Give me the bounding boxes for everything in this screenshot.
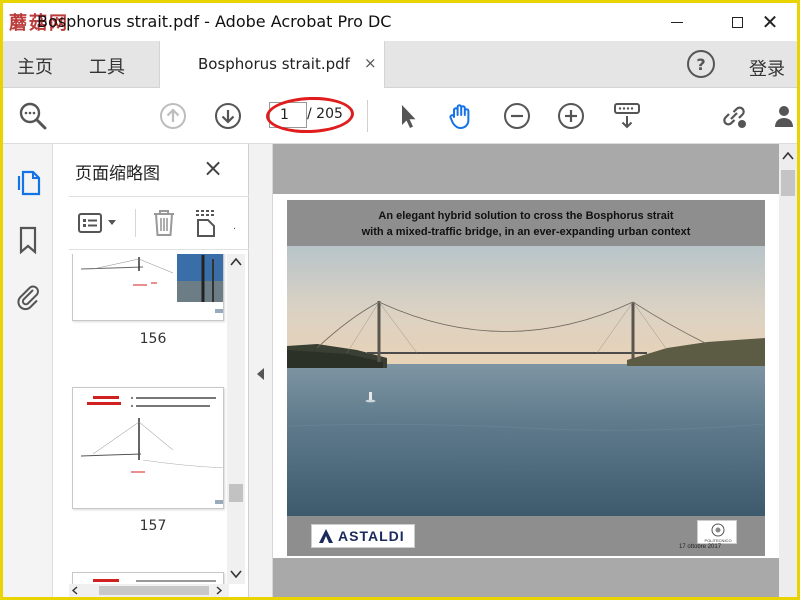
help-icon[interactable]: ?: [687, 50, 715, 78]
thumbnail-horizontal-scrollbar[interactable]: [69, 584, 229, 597]
main-toolbar: 1 / 205: [3, 88, 797, 144]
document-view[interactable]: An elegant hybrid solution to cross the …: [273, 144, 797, 597]
slide-title: An elegant hybrid solution to cross the …: [287, 208, 765, 240]
page-display-icon[interactable]: [611, 100, 643, 132]
document-vertical-scrollbar[interactable]: [779, 144, 797, 597]
zoom-in-icon[interactable]: [555, 100, 587, 132]
help-label: ?: [696, 54, 706, 74]
trash-icon[interactable]: [151, 208, 177, 238]
user-share-icon[interactable]: [771, 100, 797, 132]
slide-date: 17 ottobre 2017: [679, 544, 722, 550]
document-tab-label: Bosphorus strait.pdf: [198, 55, 350, 73]
slide-title-line-2: with a mixed-traffic bridge, in an ever-…: [361, 226, 691, 238]
panel-collapse-strip[interactable]: [249, 144, 273, 597]
scroll-left-icon[interactable]: [71, 586, 79, 595]
thumbnail-page-156[interactable]: [72, 254, 224, 321]
bookmark-icon[interactable]: [13, 224, 43, 256]
left-navigation-rail: [3, 144, 53, 597]
thumbnail-list: 156 157: [53, 254, 249, 587]
astaldi-logo-text: ASTALDI: [338, 528, 405, 544]
scrollbar-thumb[interactable]: [99, 586, 209, 595]
previous-page-icon[interactable]: [157, 100, 189, 132]
politecnico-text: POLITECNICO: [704, 538, 731, 543]
page-thumbnails-icon[interactable]: [13, 166, 43, 198]
minimize-button[interactable]: [647, 3, 707, 41]
tab-tools[interactable]: 工具: [89, 53, 125, 79]
close-icon: ✕: [761, 10, 779, 34]
insert-page-icon[interactable]: [193, 208, 219, 238]
astaldi-logo-icon: [319, 529, 333, 543]
politecnico-seal: POLITECNICO: [704, 523, 732, 543]
login-link[interactable]: 登录: [749, 55, 785, 81]
close-tab-button[interactable]: ×: [364, 54, 377, 72]
toolbar-divider: [367, 100, 368, 132]
tab-document[interactable]: Bosphorus strait.pdf ×: [159, 41, 385, 88]
thumbnail-page-number: 156: [139, 331, 167, 347]
attachment-icon[interactable]: [13, 280, 43, 312]
page-thumbnails-panel: 页面缩略图 × . 156 157: [53, 144, 249, 597]
thumbnail-toolbar: .: [69, 196, 249, 250]
politecnico-logo: POLITECNICO: [697, 520, 737, 544]
thumbnail-page-number: 157: [139, 518, 167, 534]
thumbnail-vertical-scrollbar[interactable]: [227, 254, 245, 584]
astaldi-logo: ASTALDI: [311, 524, 415, 548]
thumbnail-image: [80, 254, 223, 313]
thumbnail-options-icon[interactable]: [77, 211, 103, 235]
scroll-right-icon[interactable]: [215, 586, 223, 595]
bridge-photo: [287, 246, 765, 516]
share-link-icon[interactable]: [718, 100, 750, 132]
tab-bar: 主页 工具 Bosphorus strait.pdf × ? 登录: [3, 41, 797, 88]
next-page-icon[interactable]: [212, 100, 244, 132]
scroll-up-icon[interactable]: [230, 258, 242, 266]
chevron-down-icon[interactable]: [107, 219, 117, 227]
toolbar-divider: [135, 209, 136, 237]
thumbnail-image: [80, 396, 223, 504]
scroll-down-icon[interactable]: [230, 570, 242, 578]
scroll-up-icon[interactable]: [782, 152, 794, 160]
panel-title: 页面缩略图: [75, 164, 160, 184]
maximize-icon: [731, 16, 743, 28]
zoom-out-icon[interactable]: [501, 100, 533, 132]
pdf-page: An elegant hybrid solution to cross the …: [273, 194, 779, 558]
close-panel-button[interactable]: ×: [203, 154, 223, 182]
tab-home[interactable]: 主页: [17, 53, 53, 79]
minimize-icon: [671, 21, 683, 23]
thumbnail-page-157[interactable]: [72, 387, 224, 509]
close-window-button[interactable]: ✕: [743, 3, 797, 41]
select-cursor-icon[interactable]: [391, 100, 423, 132]
collapse-arrow-icon[interactable]: [257, 368, 264, 380]
acrobat-window: 蘑菇网 Bosphorus strait.pdf - Adobe Acrobat…: [3, 3, 797, 597]
scrollbar-thumb[interactable]: [781, 170, 795, 196]
title-bar: 蘑菇网 Bosphorus strait.pdf - Adobe Acrobat…: [3, 3, 797, 41]
slide: An elegant hybrid solution to cross the …: [287, 200, 765, 556]
window-title: Bosphorus strait.pdf - Adobe Acrobat Pro…: [37, 12, 392, 31]
search-zoom-icon[interactable]: [17, 100, 49, 132]
hand-tool-icon[interactable]: [445, 100, 477, 132]
scrollbar-thumb[interactable]: [229, 484, 243, 502]
more-options-icon[interactable]: .: [233, 221, 236, 232]
slide-title-line-1: An elegant hybrid solution to cross the …: [378, 210, 674, 222]
